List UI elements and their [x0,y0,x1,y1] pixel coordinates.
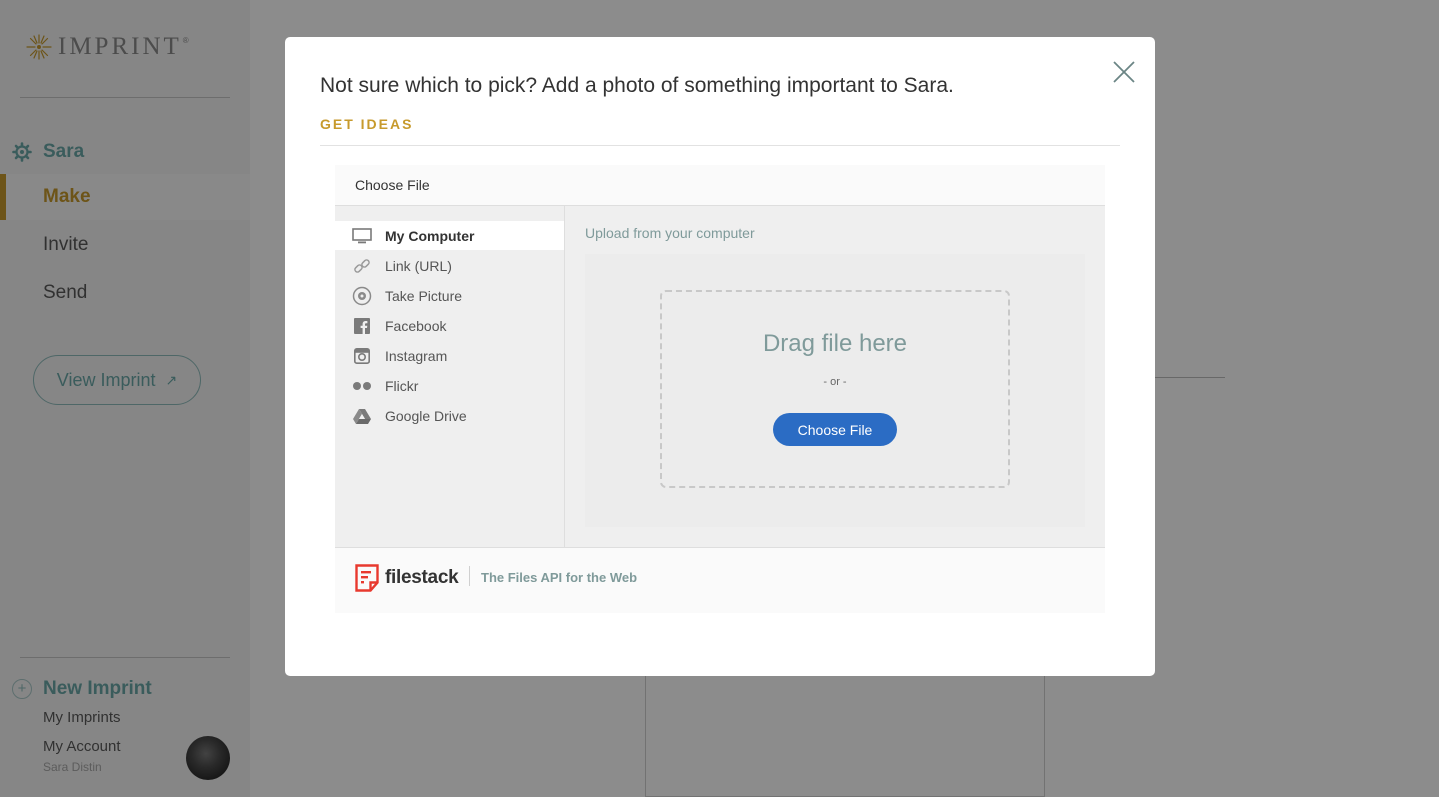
google-drive-icon [352,407,372,425]
footer-separator [469,566,470,586]
source-flickr[interactable]: Flickr [335,371,564,400]
choose-file-button[interactable]: Choose File [773,413,897,446]
source-google-drive[interactable]: Google Drive [335,401,564,430]
or-separator: - or - [823,376,847,388]
modal-divider [320,145,1120,146]
source-label: My Computer [385,227,475,244]
picker-header: Choose File [335,165,1105,206]
source-label: Instagram [385,347,448,364]
drop-zone[interactable]: Drag file here - or - Choose File [660,290,1010,488]
file-picker: Choose File My Computer Link (URL) Take … [335,165,1105,613]
upload-heading: Upload from your computer [585,225,755,241]
filestack-icon [355,564,379,592]
source-take-picture[interactable]: Take Picture [335,281,564,310]
drop-area: Drag file here - or - Choose File [585,254,1085,527]
photo-picker-modal: Not sure which to pick? Add a photo of s… [285,37,1155,676]
close-icon[interactable] [1111,59,1137,85]
get-ideas-link[interactable]: GET IDEAS [320,116,413,132]
picker-title: Choose File [355,177,430,193]
source-link-url[interactable]: Link (URL) [335,251,564,280]
source-label: Google Drive [385,407,467,424]
filestack-logo[interactable]: filestack [355,564,459,592]
camera-icon [352,286,372,306]
source-facebook[interactable]: Facebook [335,311,564,340]
filestack-tagline: The Files API for the Web [481,570,638,585]
source-label: Link (URL) [385,257,452,274]
facebook-icon [352,317,372,335]
source-label: Flickr [385,377,419,394]
drag-file-text: Drag file here [762,330,908,357]
upload-panel: Upload from your computer Drag file here… [565,206,1105,547]
picker-footer: filestack The Files API for the Web [335,547,1105,613]
instagram-icon [352,347,372,365]
source-label: Take Picture [385,287,463,304]
filestack-wordmark: filestack [385,567,459,588]
source-list: My Computer Link (URL) Take Picture Face… [335,206,565,547]
modal-title: Not sure which to pick? Add a photo of s… [320,74,954,97]
link-icon [352,257,372,275]
computer-icon [352,227,372,245]
source-my-computer[interactable]: My Computer [335,221,564,250]
source-label: Facebook [385,317,447,334]
flickr-icon [352,377,372,395]
source-instagram[interactable]: Instagram [335,341,564,370]
